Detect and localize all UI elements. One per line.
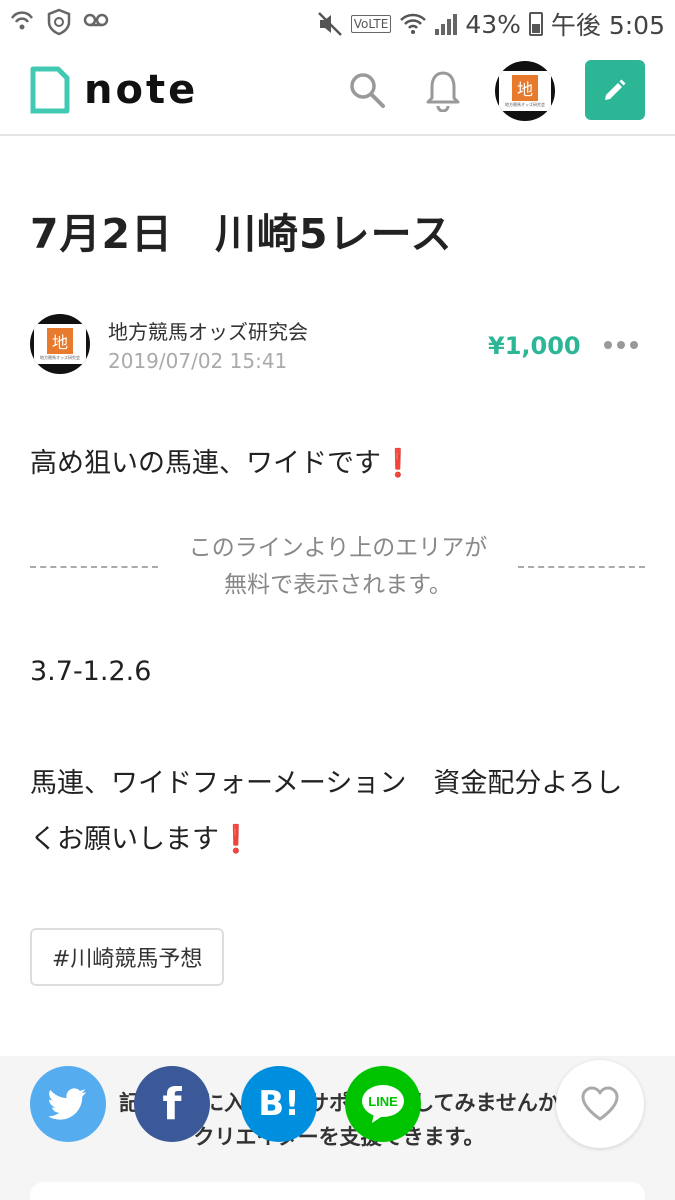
bottom-card xyxy=(30,1182,645,1200)
line-icon: LINE xyxy=(362,1085,404,1123)
heart-icon xyxy=(581,1086,619,1121)
user-avatar[interactable]: 地 地方競馬オッズ研究会 xyxy=(495,61,555,121)
avatar-caption: 地方競馬オッズ研究会 xyxy=(505,101,545,107)
exclamation-icon: ❗ xyxy=(219,824,253,855)
exclamation-icon: ❗ xyxy=(381,448,415,479)
price-label: ¥1,000 xyxy=(488,332,581,360)
like-button[interactable] xyxy=(556,1060,644,1148)
paragraph-1-text: 高め狙いの馬連、ワイドです xyxy=(30,448,381,479)
facebook-share-button[interactable]: f xyxy=(134,1066,210,1142)
more-options-icon[interactable] xyxy=(604,335,640,355)
post-date: 2019/07/02 15:41 xyxy=(108,349,288,373)
paywall-notice-line2: 無料で表示されます。 xyxy=(224,572,452,598)
author-avatar[interactable]: 地 地方競馬オッズ研究会 xyxy=(30,314,90,374)
author-avatar-char: 地 xyxy=(47,327,73,354)
line-share-button[interactable]: LINE xyxy=(345,1066,421,1142)
paywall-divider-left xyxy=(30,566,158,568)
avatar-char: 地 xyxy=(512,74,538,101)
facebook-icon: f xyxy=(162,1078,182,1130)
mute-icon xyxy=(317,12,342,36)
logo-text: note xyxy=(84,67,199,113)
paragraph-3: 馬連、ワイドフォーメーション 資金配分よろしくお願いします❗ xyxy=(30,756,645,868)
battery-percent: 43% xyxy=(465,9,521,39)
pencil-icon xyxy=(605,79,626,100)
volte-badge: VoLTE xyxy=(350,15,392,33)
note-logo-icon xyxy=(30,66,70,114)
hatena-bookmark-share-button[interactable]: B! xyxy=(241,1066,317,1142)
status-right: VoLTE 43% 午後 5:05 xyxy=(317,6,665,42)
paragraph-3-text: 馬連、ワイドフォーメーション 資金配分よろしくお願いします xyxy=(30,768,623,855)
hatena-bookmark-icon: B! xyxy=(258,1084,300,1124)
app-header: note 地 地方競馬オッズ研究会 xyxy=(0,46,675,136)
paywall-notice: このラインより上のエリアが 無料で表示されます。 xyxy=(160,530,516,604)
paragraph-1: 高め狙いの馬連、ワイドです❗ xyxy=(30,436,415,492)
twitter-share-button[interactable] xyxy=(30,1066,106,1142)
write-post-button[interactable] xyxy=(585,60,645,120)
shield-icon xyxy=(47,8,71,36)
paywall-notice-line1: このラインより上のエリアが xyxy=(188,535,488,561)
note-logo[interactable]: note xyxy=(30,66,198,114)
status-bar: VoLTE 43% 午後 5:05 xyxy=(0,0,675,46)
twitter-icon xyxy=(49,1088,86,1120)
author-avatar-caption: 地方競馬オッズ研究会 xyxy=(40,354,80,360)
battery-icon xyxy=(528,12,543,36)
bell-icon[interactable] xyxy=(424,68,462,112)
voicemail-icon xyxy=(83,13,109,27)
hashtag-chip[interactable]: #川崎競馬予想 xyxy=(30,928,225,986)
author-name[interactable]: 地方競馬オッズ研究会 xyxy=(108,316,308,345)
search-icon[interactable] xyxy=(347,70,387,110)
svg-text:LINE: LINE xyxy=(368,1094,398,1109)
paywall-divider-right xyxy=(518,566,645,568)
wifi-icon xyxy=(400,13,427,34)
article-title: 7月2日 川崎5レース xyxy=(30,210,453,258)
signal-icon xyxy=(435,13,458,35)
status-left-icons xyxy=(8,8,110,36)
paragraph-2: 3.7-1.2.6 xyxy=(30,656,152,687)
wifi-call-icon xyxy=(10,11,34,30)
clock: 午後 5:05 xyxy=(550,11,665,40)
